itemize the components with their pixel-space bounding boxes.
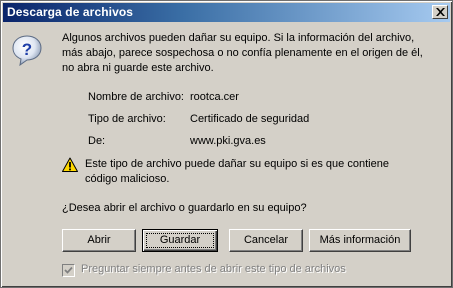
danger-message: Este tipo de archivo puede dañar su equi…	[85, 158, 389, 185]
close-icon	[436, 8, 445, 16]
detail-value: Certificado de seguridad	[190, 113, 310, 125]
question-text: ¿Desea abrir el archivo o guardarlo en s…	[62, 202, 307, 214]
detail-value: rootca.cer	[190, 91, 239, 103]
cancel-button[interactable]: Cancelar	[229, 229, 303, 252]
detail-row-filename: Nombre de archivo: rootca.cer	[88, 91, 418, 106]
warning-message: Algunos archivos pueden dañar su equipo.…	[62, 32, 423, 74]
close-button[interactable]	[432, 5, 448, 19]
detail-value: www.pki.gva.es	[190, 135, 266, 147]
more-info-button[interactable]: Más información	[309, 229, 411, 252]
detail-label: Nombre de archivo:	[88, 91, 184, 103]
detail-label: De:	[88, 135, 106, 147]
warning-icon	[62, 157, 78, 172]
detail-row-filetype: Tipo de archivo: Certificado de segurida…	[88, 113, 418, 128]
file-download-dialog: Descarga de archivos ? Algunos archivos …	[0, 0, 453, 288]
always-ask-label: Preguntar siempre antes de abrir este ti…	[81, 263, 346, 275]
window-title: Descarga de archivos	[7, 5, 134, 19]
focus-rect	[146, 233, 214, 248]
svg-text:?: ?	[22, 40, 32, 59]
checkmark-icon	[64, 266, 73, 274]
detail-row-source: De: www.pki.gva.es	[88, 135, 418, 150]
always-ask-checkbox[interactable]	[62, 264, 75, 277]
title-bar[interactable]: Descarga de archivos	[3, 3, 450, 22]
open-button[interactable]: Abrir	[62, 229, 136, 252]
save-button[interactable]: Guardar	[142, 229, 218, 252]
detail-label: Tipo de archivo:	[88, 113, 166, 125]
dialog-body: ? Algunos archivos pueden dañar su equip…	[1, 24, 452, 287]
question-icon: ?	[12, 35, 42, 66]
